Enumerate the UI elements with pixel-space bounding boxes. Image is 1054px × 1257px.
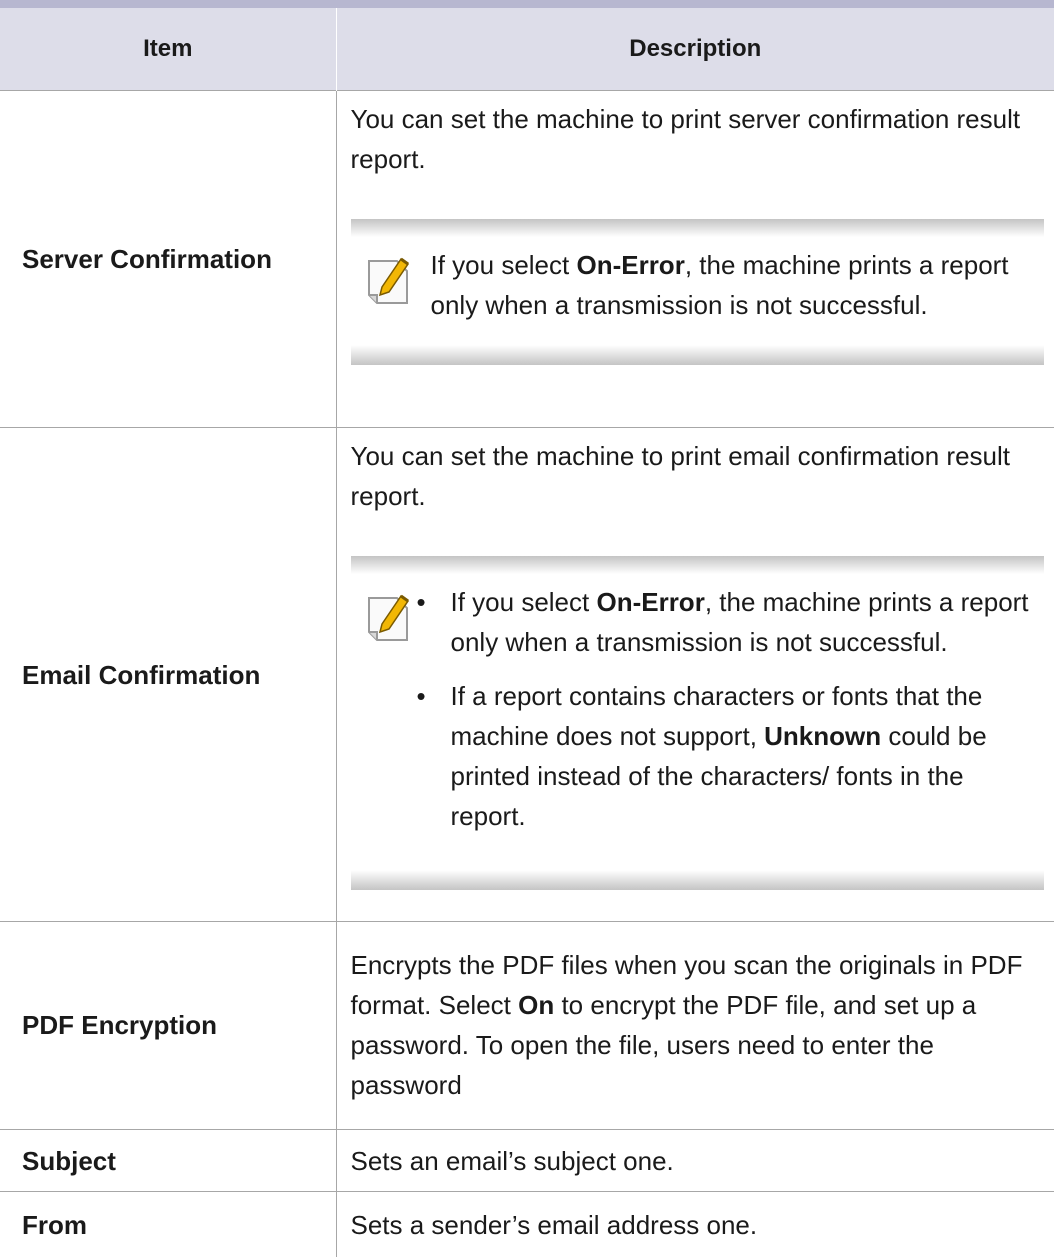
- table-row: Subject Sets an email’s subject one.: [0, 1128, 1054, 1192]
- note-text: If you select On-Error, the machine prin…: [430, 249, 1009, 320]
- item-from: From: [0, 1191, 336, 1257]
- document-page: Item Description Server Confirmation You…: [0, 0, 1054, 1257]
- column-header-description: Description: [335, 0, 1054, 90]
- table-row: PDF Encryption Encrypts the PDF files wh…: [0, 920, 1054, 1130]
- description-text: You can set the machine to print server …: [350, 103, 1021, 174]
- settings-table: Item Description Server Confirmation You…: [0, 0, 1054, 1257]
- note-bottom-rule: [350, 870, 1044, 891]
- table-row: Email Confirmation You can set the machi…: [0, 427, 1054, 922]
- item-email-confirmation: Email Confirmation: [0, 427, 336, 922]
- description-server-confirmation: You can set the machine to print server …: [335, 89, 1054, 428]
- description-pdf-encryption: Encrypts the PDF files when you scan the…: [335, 920, 1054, 1130]
- note-box: • If you select On-Error, the machine pr…: [350, 556, 1045, 891]
- note-bottom-rule: [350, 344, 1044, 365]
- note-bullet-list: • If you select On-Error, the machine pr…: [351, 582, 1045, 870]
- item-pdf-encryption: PDF Encryption: [0, 920, 336, 1130]
- description-from: Sets a sender’s email address one.: [335, 1191, 1054, 1257]
- description-email-confirmation: You can set the machine to print email c…: [335, 427, 1054, 922]
- table-row: Server Confirmation You can set the mach…: [0, 89, 1054, 428]
- note-pencil-icon: [365, 253, 413, 309]
- item-subject: Subject: [0, 1128, 336, 1192]
- list-item: • If you select On-Error, the machine pr…: [351, 582, 1045, 662]
- table-row: From Sets a sender’s email address one.: [0, 1191, 1054, 1257]
- description-subject: Sets an email’s subject one.: [335, 1128, 1054, 1192]
- description-text: You can set the machine to print email c…: [350, 441, 1011, 512]
- bullet-glyph: •: [416, 587, 426, 618]
- list-item: • If a report contains characters or fon…: [351, 676, 1045, 836]
- column-header-item: Item: [0, 0, 336, 90]
- note-box: If you select On-Error, the machine prin…: [350, 218, 1044, 365]
- item-server-confirmation: Server Confirmation: [0, 89, 336, 428]
- bullet-glyph: •: [416, 681, 426, 712]
- table-header-row: Item Description: [0, 0, 1054, 90]
